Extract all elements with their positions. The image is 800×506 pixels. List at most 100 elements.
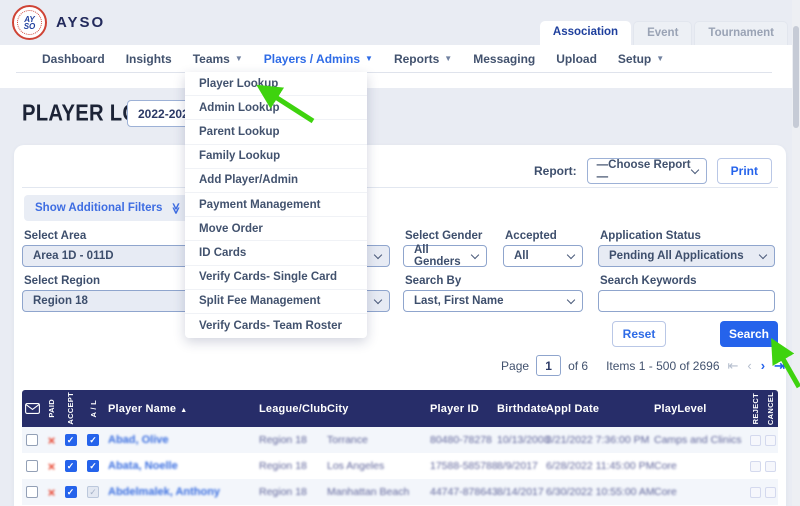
- col-header-birthdate[interactable]: Birthdate: [495, 403, 544, 415]
- search-button[interactable]: Search: [720, 321, 778, 347]
- envelope-icon[interactable]: [25, 403, 40, 414]
- menu-item-player-lookup[interactable]: Player Lookup: [185, 72, 367, 96]
- menu-item-verify-cards-single[interactable]: Verify Cards- Single Card: [185, 266, 367, 290]
- al-checkbox[interactable]: ✓: [87, 486, 99, 498]
- nav-item-insights[interactable]: Insights: [126, 52, 172, 66]
- nav-divider: [16, 72, 772, 73]
- next-page-icon[interactable]: ›: [760, 359, 766, 372]
- league-club-cell: Region 18: [257, 460, 325, 472]
- reject-checkbox[interactable]: [750, 487, 761, 498]
- ayso-logo-icon: AYSO: [12, 5, 47, 40]
- playlevel-cell: Core: [652, 460, 747, 472]
- paid-x-icon: ×: [48, 434, 56, 447]
- row-select-checkbox[interactable]: [26, 434, 38, 446]
- chevron-down-icon: [567, 295, 575, 303]
- page-count: of 6: [568, 359, 588, 373]
- playlevel-cell: Camps and Clinics: [652, 434, 747, 446]
- tab-event[interactable]: Event: [633, 21, 692, 45]
- reject-checkbox[interactable]: [750, 435, 761, 446]
- accept-checkbox[interactable]: ✓: [65, 486, 77, 498]
- scrollbar-track[interactable]: [792, 0, 800, 506]
- col-header-city[interactable]: City: [325, 403, 428, 415]
- report-select[interactable]: —Choose Report—: [587, 158, 707, 184]
- chevron-down-icon: [567, 250, 575, 258]
- last-page-icon[interactable]: ⇥: [773, 359, 786, 372]
- chevron-down-icon: ▼: [365, 55, 373, 63]
- scrollbar-thumb[interactable]: [793, 26, 799, 128]
- reset-button[interactable]: Reset: [612, 321, 666, 347]
- accept-checkbox[interactable]: ✓: [65, 460, 77, 472]
- menu-item-payment-management[interactable]: Payment Management: [185, 193, 367, 217]
- nav-item-teams[interactable]: Teams▼: [193, 52, 243, 66]
- search-keywords-input[interactable]: [598, 290, 775, 312]
- league-club-cell: Region 18: [257, 486, 325, 498]
- sort-asc-icon: ▲: [180, 407, 187, 414]
- menu-item-id-cards[interactable]: ID Cards: [185, 241, 367, 265]
- col-header-al[interactable]: A / L: [89, 400, 98, 417]
- nav-item-dashboard[interactable]: Dashboard: [42, 52, 105, 66]
- cancel-checkbox[interactable]: [765, 435, 776, 446]
- first-page-icon[interactable]: ⇤: [727, 359, 740, 372]
- prev-page-icon[interactable]: ‹: [746, 359, 752, 372]
- col-header-paid[interactable]: PAID: [47, 399, 56, 418]
- al-checkbox[interactable]: ✓: [87, 434, 99, 446]
- col-header-player-name[interactable]: Player Name▲: [106, 403, 257, 415]
- select-gender-dropdown[interactable]: All Genders: [403, 245, 487, 267]
- show-additional-filters-button[interactable]: Show Additional Filters ≫: [24, 195, 193, 221]
- select-gender-label: Select Gender: [405, 230, 482, 242]
- players-admins-dropdown-menu: Player Lookup Admin Lookup Parent Lookup…: [185, 72, 367, 338]
- player-id-cell: 80480-78278: [428, 434, 495, 446]
- league-club-cell: Region 18: [257, 434, 325, 446]
- col-header-playlevel[interactable]: PlayLevel: [652, 403, 747, 415]
- menu-item-parent-lookup[interactable]: Parent Lookup: [185, 120, 367, 144]
- nav-item-reports[interactable]: Reports▼: [394, 52, 452, 66]
- player-name-link[interactable]: Abad, Olive: [106, 434, 257, 446]
- appl-date-cell: 6/28/2022 11:45:00 PM: [544, 460, 652, 472]
- search-by-dropdown[interactable]: Last, First Name: [403, 290, 583, 312]
- menu-item-move-order[interactable]: Move Order: [185, 217, 367, 241]
- col-header-cancel[interactable]: CANCEL: [766, 392, 775, 425]
- cancel-checkbox[interactable]: [765, 461, 776, 472]
- row-select-checkbox[interactable]: [26, 486, 38, 498]
- accepted-dropdown[interactable]: All: [503, 245, 583, 267]
- col-header-player-id[interactable]: Player ID: [428, 403, 495, 415]
- col-header-accept[interactable]: ACCEPT: [66, 392, 75, 425]
- nav-item-setup[interactable]: Setup▼: [618, 52, 664, 66]
- city-cell: Torrance: [325, 434, 428, 446]
- col-header-appl-date[interactable]: Appl Date: [544, 403, 652, 415]
- table-row: × ✓ ✓ Abad, Olive Region 18 Torrance 804…: [22, 427, 778, 453]
- chevron-down-icon: [374, 295, 382, 303]
- app-window: AYSO AYSO Association Event Tournament D…: [0, 0, 800, 506]
- nav-item-upload[interactable]: Upload: [556, 52, 597, 66]
- row-select-checkbox[interactable]: [26, 460, 38, 472]
- menu-item-split-fee-management[interactable]: Split Fee Management: [185, 290, 367, 314]
- player-name-link[interactable]: Abata, Noelle: [106, 460, 257, 472]
- col-header-reject[interactable]: REJECT: [751, 393, 760, 424]
- al-checkbox[interactable]: ✓: [87, 460, 99, 472]
- menu-item-verify-cards-roster[interactable]: Verify Cards- Team Roster: [185, 314, 367, 338]
- menu-item-add-player-admin[interactable]: Add Player/Admin: [185, 169, 367, 193]
- reject-checkbox[interactable]: [750, 461, 761, 472]
- tab-association[interactable]: Association: [540, 21, 631, 45]
- print-button[interactable]: Print: [717, 158, 772, 184]
- pagination: Page of 6 Items 1 - 500 of 2696 ⇤ ‹ › ⇥: [501, 355, 786, 376]
- tab-tournament[interactable]: Tournament: [694, 21, 788, 45]
- menu-item-admin-lookup[interactable]: Admin Lookup: [185, 96, 367, 120]
- cancel-checkbox[interactable]: [765, 487, 776, 498]
- player-name-link[interactable]: Abdelmalek, Anthony: [106, 486, 257, 498]
- col-header-league-club[interactable]: League/Club: [257, 403, 325, 415]
- players-table: PAID ACCEPT A / L Player Name▲ League/Cl…: [22, 390, 778, 506]
- page-number-input[interactable]: [536, 355, 561, 376]
- double-chevron-down-icon: ≫: [170, 202, 183, 214]
- accept-checkbox[interactable]: ✓: [65, 434, 77, 446]
- application-status-dropdown[interactable]: Pending All Applications: [598, 245, 775, 267]
- menu-item-family-lookup[interactable]: Family Lookup: [185, 145, 367, 169]
- birthdate-cell: 8/14/2017: [495, 486, 544, 498]
- main-navbar: Dashboard Insights Teams▼ Players / Admi…: [0, 45, 800, 88]
- mode-tabs: Association Event Tournament: [540, 21, 788, 45]
- nav-item-players-admins[interactable]: Players / Admins▼: [264, 52, 373, 66]
- chevron-down-icon: ▼: [235, 55, 243, 63]
- nav-item-messaging[interactable]: Messaging: [473, 52, 535, 66]
- city-cell: Los Angeles: [325, 460, 428, 472]
- chevron-down-icon: [759, 250, 767, 258]
